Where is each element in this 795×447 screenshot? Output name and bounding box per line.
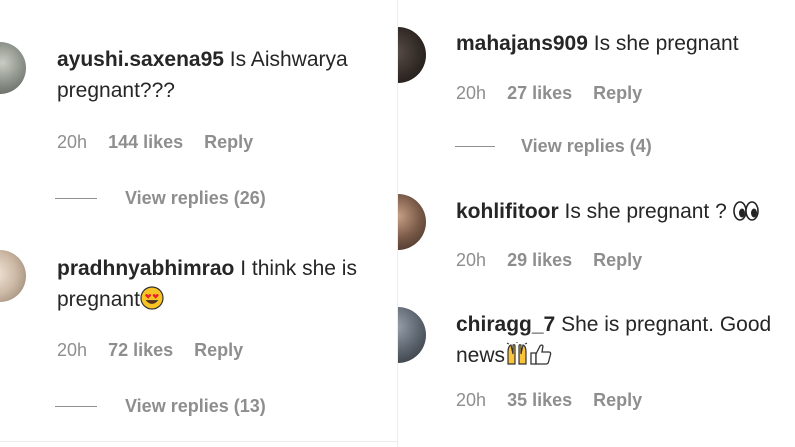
- view-replies[interactable]: View replies (26): [55, 187, 355, 209]
- comment-meta: 20h 29 likes Reply: [456, 249, 642, 271]
- view-replies-label[interactable]: View replies (13): [125, 395, 266, 417]
- comment-username[interactable]: chiragg_7: [456, 313, 555, 336]
- eyes-icon: [732, 200, 759, 231]
- comments-column-right: mahajans909 Is she pregnant 20h 27 likes…: [398, 0, 795, 447]
- comment-time[interactable]: 20h: [57, 339, 87, 361]
- reply-button[interactable]: Reply: [593, 249, 642, 271]
- reply-button[interactable]: Reply: [204, 131, 253, 153]
- replies-divider-line: [55, 198, 97, 199]
- comment-username[interactable]: kohlifitoor: [456, 200, 559, 223]
- avatar[interactable]: [398, 27, 426, 83]
- view-replies-label[interactable]: View replies (26): [125, 187, 266, 209]
- comment-body: Is she pregnant ?: [564, 200, 727, 223]
- likes-count[interactable]: 35 likes: [507, 389, 572, 411]
- comments-column-left: ayushi.saxena95 Is Aishwarya pregnant???…: [0, 0, 397, 447]
- view-replies-label[interactable]: View replies (4): [521, 135, 652, 157]
- comment-meta: 20h 72 likes Reply: [57, 339, 243, 361]
- heart-eyes-icon: [140, 286, 164, 319]
- replies-divider-line: [55, 406, 97, 407]
- likes-count[interactable]: 29 likes: [507, 249, 572, 271]
- reply-button[interactable]: Reply: [194, 339, 243, 361]
- reply-button[interactable]: Reply: [593, 82, 642, 104]
- comment-meta: 20h 35 likes Reply: [456, 389, 642, 411]
- likes-count[interactable]: 72 likes: [108, 339, 173, 361]
- comment-username[interactable]: ayushi.saxena95: [57, 48, 224, 71]
- comment-time[interactable]: 20h: [456, 389, 486, 411]
- view-replies[interactable]: View replies (4): [455, 135, 755, 157]
- thumbs-up-icon: [529, 342, 553, 375]
- raised-hands-icon: [505, 342, 529, 375]
- comment-text: mahajans909 Is she pregnant: [456, 28, 786, 59]
- view-replies[interactable]: View replies (13): [55, 395, 355, 417]
- comment-time[interactable]: 20h: [456, 82, 486, 104]
- comment-meta: 20h 27 likes Reply: [456, 82, 642, 104]
- avatar[interactable]: [398, 194, 426, 250]
- reply-button[interactable]: Reply: [593, 389, 642, 411]
- avatar[interactable]: [398, 307, 426, 363]
- avatar[interactable]: [0, 250, 26, 302]
- comment-body: Is she pregnant: [593, 32, 739, 55]
- comment-text: ayushi.saxena95 Is Aishwarya pregnant???: [57, 44, 387, 106]
- comment-text: pradhnyabhimrao I think she is pregnant: [57, 253, 397, 319]
- comment-username[interactable]: pradhnyabhimrao: [57, 257, 234, 280]
- divider: [0, 441, 397, 442]
- comment-text: chiragg_7 She is pregnant. Good news: [456, 309, 791, 375]
- comment-meta: 20h 144 likes Reply: [57, 131, 253, 153]
- comment-text: kohlifitoor Is she pregnant ?: [456, 196, 786, 231]
- likes-count[interactable]: 144 likes: [108, 131, 183, 153]
- avatar[interactable]: [0, 42, 26, 94]
- likes-count[interactable]: 27 likes: [507, 82, 572, 104]
- comment-time[interactable]: 20h: [456, 249, 486, 271]
- replies-divider-line: [455, 146, 495, 147]
- comment-username[interactable]: mahajans909: [456, 32, 588, 55]
- comment-time[interactable]: 20h: [57, 131, 87, 153]
